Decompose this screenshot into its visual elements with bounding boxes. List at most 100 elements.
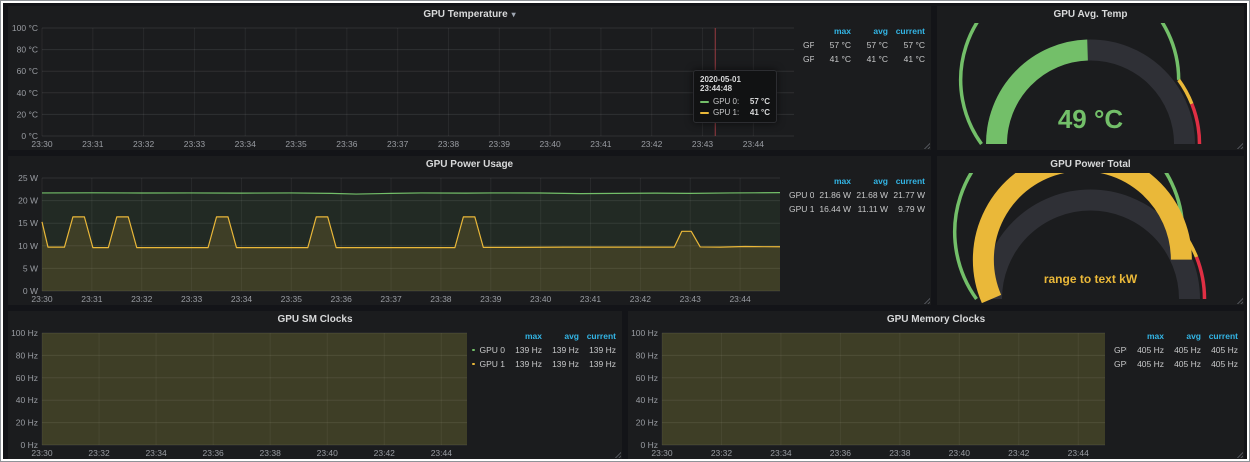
- panel-title-text: GPU Temperature: [423, 9, 507, 20]
- svg-text:80 °C: 80 °C: [17, 45, 38, 55]
- panel-resize-handle[interactable]: [1236, 297, 1243, 304]
- svg-text:40 Hz: 40 Hz: [16, 395, 38, 405]
- legend-value-max: 405 Hz: [1127, 359, 1164, 369]
- legend-series-gpu0[interactable]: GPU 0: [472, 345, 505, 355]
- svg-text:23:36: 23:36: [336, 139, 358, 149]
- svg-text:23:36: 23:36: [331, 294, 353, 304]
- legend-value-max: 405 Hz: [1127, 345, 1164, 355]
- svg-text:23:41: 23:41: [580, 294, 602, 304]
- svg-text:23:38: 23:38: [438, 139, 460, 149]
- legend-header-current[interactable]: current: [888, 26, 925, 36]
- legend-series-gpu1[interactable]: GPU 1: [799, 54, 814, 64]
- legend-value-max: 139 Hz: [505, 345, 542, 355]
- series-color-dash: [472, 363, 475, 365]
- legend-value-avg: 41 °C: [851, 54, 888, 64]
- svg-text:0 Hz: 0 Hz: [641, 440, 658, 450]
- legend-series-gpu0[interactable]: GPU 0: [785, 190, 814, 200]
- gpu-memory-clocks-plot: 23:3023:3223:3423:3623:3823:4023:4223:44…: [628, 328, 1110, 459]
- legend-series-gpu0[interactable]: GPU 0: [799, 40, 814, 50]
- svg-text:20 Hz: 20 Hz: [636, 418, 658, 428]
- legend-gpu-power-usage: max avg current GPU 0 21.86 W 21.68 W 21…: [785, 173, 931, 305]
- svg-text:23:38: 23:38: [889, 448, 911, 458]
- legend-value-max: 41 °C: [814, 54, 851, 64]
- panel-header-gpu-memory-clocks[interactable]: GPU Memory Clocks: [628, 311, 1244, 328]
- gpu-temperature-chart[interactable]: 23:3023:3123:3223:3323:3423:3523:3623:37…: [8, 23, 799, 150]
- svg-text:23:40: 23:40: [530, 294, 552, 304]
- svg-text:23:40: 23:40: [539, 139, 561, 149]
- svg-text:60 °C: 60 °C: [17, 66, 38, 76]
- gpu-sm-clocks-chart[interactable]: 23:3023:3223:3423:3623:3823:4023:4223:44…: [8, 328, 472, 459]
- svg-text:20 W: 20 W: [18, 196, 38, 206]
- svg-text:23:38: 23:38: [430, 294, 452, 304]
- svg-text:23:42: 23:42: [374, 448, 396, 458]
- svg-text:23:32: 23:32: [131, 294, 153, 304]
- panel-resize-handle[interactable]: [1236, 451, 1243, 458]
- svg-text:23:39: 23:39: [489, 139, 511, 149]
- svg-text:0 W: 0 W: [23, 286, 38, 296]
- panel-title-text: GPU Power Total: [1050, 159, 1130, 170]
- svg-text:23:32: 23:32: [88, 448, 110, 458]
- svg-text:23:38: 23:38: [260, 448, 282, 458]
- svg-text:23:33: 23:33: [184, 139, 206, 149]
- legend-value-max: 139 Hz: [505, 359, 542, 369]
- panel-title-text: GPU SM Clocks: [277, 314, 352, 325]
- panel-header-gpu-power-usage[interactable]: GPU Power Usage: [8, 156, 931, 173]
- panel-resize-handle[interactable]: [1236, 142, 1243, 149]
- legend-header-current[interactable]: current: [888, 176, 925, 186]
- svg-text:23:43: 23:43: [692, 139, 714, 149]
- legend-header-current[interactable]: current: [1201, 331, 1238, 341]
- legend-value-max: 57 °C: [814, 40, 851, 50]
- legend-header-avg[interactable]: avg: [1164, 331, 1201, 341]
- panel-header-gpu-temperature[interactable]: GPU Temperature ▾: [8, 6, 931, 23]
- svg-text:60 Hz: 60 Hz: [636, 373, 658, 383]
- legend-header-max[interactable]: max: [814, 26, 851, 36]
- svg-text:80 Hz: 80 Hz: [636, 350, 658, 360]
- legend-header-max[interactable]: max: [814, 176, 851, 186]
- legend-series-gpu1[interactable]: GPU 1: [472, 359, 505, 369]
- svg-text:23:35: 23:35: [281, 294, 303, 304]
- legend-row-gpu1: GPU 1 405 Hz 405 Hz 405 Hz: [1110, 357, 1238, 371]
- svg-text:23:31: 23:31: [81, 294, 103, 304]
- gpu-memory-clocks-chart[interactable]: 23:3023:3223:3423:3623:3823:4023:4223:44…: [628, 328, 1110, 459]
- legend-header-max[interactable]: max: [1127, 331, 1164, 341]
- svg-text:23:41: 23:41: [590, 139, 612, 149]
- legend-row-gpu0: GPU 0 21.86 W 21.68 W 21.77 W: [785, 188, 925, 202]
- legend-header-avg[interactable]: avg: [542, 331, 579, 341]
- legend-series-gpu1[interactable]: GPU 1: [785, 204, 814, 214]
- legend-header-current[interactable]: current: [579, 331, 616, 341]
- legend-value-max: 16.44 W: [814, 204, 851, 214]
- gpu-power-usage-chart[interactable]: 23:3023:3123:3223:3323:3423:3523:3623:37…: [8, 173, 785, 305]
- gpu-power-usage-plot: 23:3023:3123:3223:3323:3423:3523:3623:37…: [8, 173, 785, 305]
- legend-value-current: 405 Hz: [1201, 345, 1238, 355]
- legend-value-avg: 57 °C: [851, 40, 888, 50]
- svg-text:10 W: 10 W: [18, 241, 38, 251]
- panel-gpu-memory-clocks: GPU Memory Clocks 23:3023:3223:3423:3623…: [628, 311, 1244, 459]
- panel-header-gpu-power-total[interactable]: GPU Power Total: [937, 156, 1244, 173]
- legend-header-max[interactable]: max: [505, 331, 542, 341]
- svg-text:80 Hz: 80 Hz: [16, 350, 38, 360]
- panel-gpu-avg-temp: GPU Avg. Temp 49 °C: [937, 6, 1244, 150]
- svg-text:23:42: 23:42: [630, 294, 652, 304]
- panel-header-gpu-sm-clocks[interactable]: GPU SM Clocks: [8, 311, 622, 328]
- panel-title-text: GPU Power Usage: [426, 159, 513, 170]
- panel-resize-handle[interactable]: [923, 297, 930, 304]
- legend-series-gpu1[interactable]: GPU 1: [1110, 359, 1127, 369]
- svg-text:15 W: 15 W: [18, 218, 38, 228]
- legend-header-avg[interactable]: avg: [851, 26, 888, 36]
- legend-row-gpu1: GPU 1 16.44 W 11.11 W 9.79 W: [785, 202, 925, 216]
- legend-value-avg: 11.11 W: [851, 204, 888, 214]
- panel-resize-handle[interactable]: [614, 451, 621, 458]
- svg-text:23:34: 23:34: [231, 294, 253, 304]
- panel-gpu-power-usage: GPU Power Usage 23:3023:3123:3223:3323:3…: [8, 156, 931, 305]
- svg-text:23:43: 23:43: [680, 294, 702, 304]
- svg-text:23:44: 23:44: [729, 294, 751, 304]
- legend-value-current: 21.77 W: [888, 190, 925, 200]
- legend-series-gpu0[interactable]: GPU 0: [1110, 345, 1127, 355]
- svg-text:23:33: 23:33: [181, 294, 203, 304]
- svg-text:23:39: 23:39: [480, 294, 502, 304]
- legend-header-avg[interactable]: avg: [851, 176, 888, 186]
- panel-resize-handle[interactable]: [923, 142, 930, 149]
- svg-text:25 W: 25 W: [18, 173, 38, 183]
- panel-title-text: GPU Memory Clocks: [887, 314, 985, 325]
- panel-header-gpu-avg-temp[interactable]: GPU Avg. Temp: [937, 6, 1244, 23]
